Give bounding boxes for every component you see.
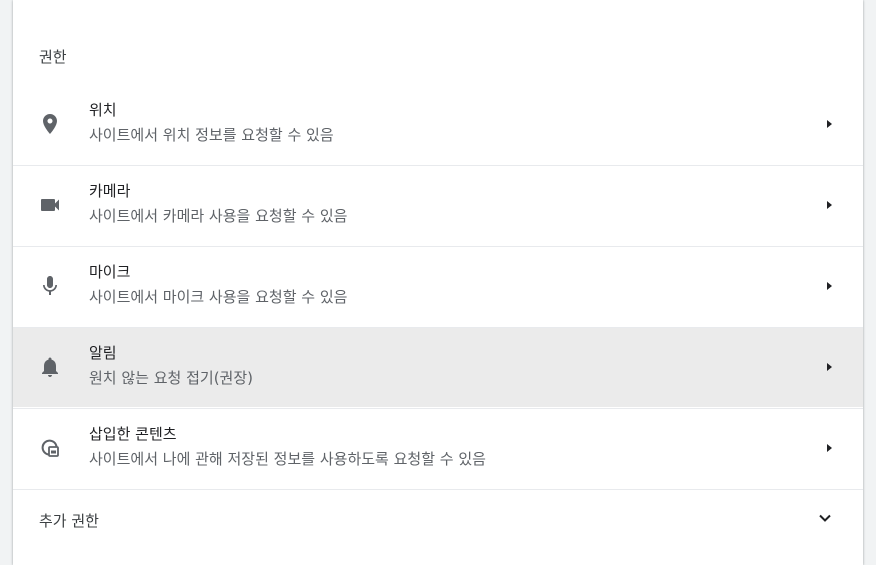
arrow-right-icon — [821, 440, 837, 456]
arrow-right-icon — [821, 116, 837, 132]
permission-description: 원치 않는 요청 접기(권장) — [89, 369, 254, 387]
permission-row-microphone[interactable]: 마이크 사이트에서 마이크 사용을 요청할 수 있음 — [13, 246, 863, 326]
permission-row-notifications[interactable]: 알림 원치 않는 요청 접기(권장) — [13, 327, 863, 407]
location-pin-icon — [38, 112, 62, 136]
embedded-content-icon — [38, 436, 62, 460]
permission-description: 사이트에서 나에 관해 저장된 정보를 사용하도록 요청할 수 있음 — [89, 450, 486, 468]
arrow-right-icon — [821, 278, 837, 294]
permission-title: 알림 — [89, 344, 117, 362]
videocam-icon — [38, 193, 62, 217]
permission-row-location[interactable]: 위치 사이트에서 위치 정보를 요청할 수 있음 — [13, 85, 863, 165]
additional-permissions-label: 추가 권한 — [39, 512, 99, 530]
permission-row-embedded-content[interactable]: 삽입한 콘텐츠 사이트에서 나에 관해 저장된 정보를 사용하도록 요청할 수 … — [13, 408, 863, 488]
permission-title: 위치 — [89, 101, 117, 119]
permission-description: 사이트에서 카메라 사용을 요청할 수 있음 — [89, 207, 348, 225]
arrow-right-icon — [821, 197, 837, 213]
permission-row-camera[interactable]: 카메라 사이트에서 카메라 사용을 요청할 수 있음 — [13, 165, 863, 245]
bell-icon — [38, 355, 62, 379]
permission-title: 삽입한 콘텐츠 — [89, 425, 177, 443]
permission-title: 마이크 — [89, 263, 131, 281]
permission-description: 사이트에서 위치 정보를 요청할 수 있음 — [89, 126, 334, 144]
additional-permissions-toggle[interactable]: 추가 권한 — [13, 489, 863, 551]
arrow-right-icon — [821, 359, 837, 375]
permission-description: 사이트에서 마이크 사용을 요청할 수 있음 — [89, 288, 348, 306]
permissions-card: 권한 위치 사이트에서 위치 정보를 요청할 수 있음 카메라 사이트에서 카메… — [13, 0, 863, 565]
permission-title: 카메라 — [89, 182, 131, 200]
chevron-down-icon — [815, 508, 835, 528]
section-title: 권한 — [39, 48, 67, 66]
mic-icon — [38, 274, 62, 298]
